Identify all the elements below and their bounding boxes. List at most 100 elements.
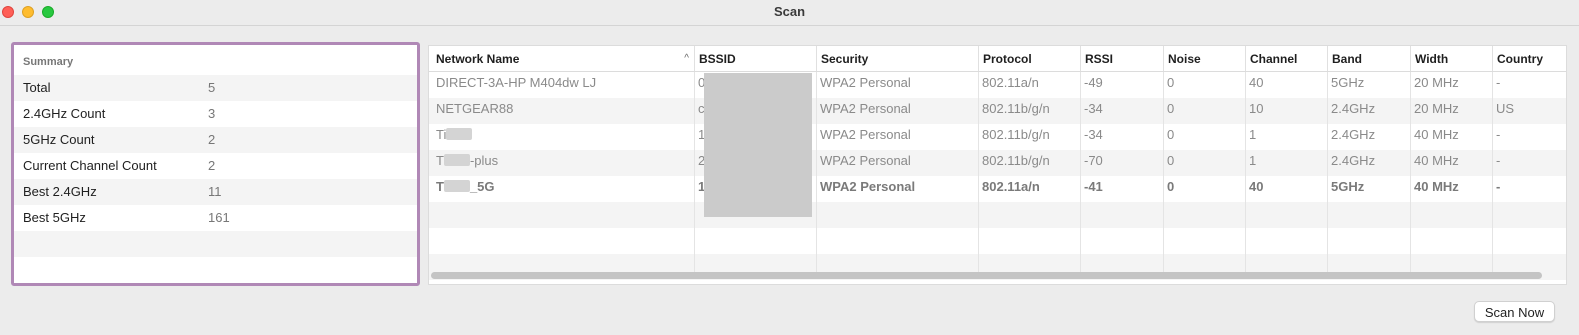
summary-label: 5GHz Count [23,132,95,147]
sort-ascending-icon: ^ [684,53,689,64]
cell-rssi: -70 [1084,153,1103,168]
column-header-label: RSSI [1085,52,1114,66]
cell-width: 20 MHz [1414,75,1459,90]
cell-channel: 1 [1249,127,1257,142]
cell-rssi: -34 [1084,101,1103,116]
summary-label: Best 5GHz [23,210,86,225]
cell-band: 2.4GHz [1331,153,1376,168]
cell-channel: 40 [1249,179,1264,194]
empty-row [429,202,1566,228]
redacted-text [443,154,470,166]
column-header-label: BSSID [699,52,736,66]
summary-row [14,231,417,257]
cell-noise: 0 [1167,101,1175,116]
summary-list: Total 5 2.4GHz Count 3 5GHz Count 2 Current Ch… [14,75,417,283]
cell-protocol: 802.11a/n [982,179,1040,194]
cell-channel: 40 [1249,75,1264,90]
cell-network-name: NETGEAR88 [436,101,514,116]
column-header-label: Channel [1250,52,1298,66]
cell-security: WPA2 Personal [820,179,916,194]
network-table[interactable]: Network Name ^ BSSID Security Protocol RSSI No… [428,45,1567,285]
column-header-noise[interactable]: Noise [1163,46,1245,71]
title-bar: Scan [0,0,1579,26]
cell-band: 5GHz [1331,75,1365,90]
table-body: DIRECT-3A-HP M404dw LJ 0 WPA2 Personal 802.… [429,72,1566,280]
cell-channel: 1 [1249,153,1257,168]
summary-header: Summary [23,56,74,68]
column-divider [1080,72,1081,272]
summary-label: Current Channel Count [23,158,157,173]
horizontal-scrollbar[interactable] [431,272,1542,279]
column-header-label: Country [1497,52,1543,66]
summary-row: 2.4GHz Count 3 [14,101,417,127]
cell-band: 5GHz [1331,179,1365,194]
column-divider [816,72,817,272]
cell-width: 40 MHz [1414,153,1459,168]
cell-rssi: -49 [1084,75,1103,90]
cell-security: WPA2 Personal [820,127,911,142]
column-divider [978,72,979,272]
summary-value: 2 [208,132,216,147]
network-row[interactable]: NETGEAR88 c WPA2 Personal 802.11b/g/n -34 0 10… [429,98,1566,124]
cell-rssi: -34 [1084,127,1103,142]
summary-row: Best 2.4GHz 11 [14,179,417,205]
cell-network-name: T _5G [436,179,495,194]
empty-row [429,228,1566,254]
summary-label: Total [23,80,51,95]
cell-network-name: T -plus [436,153,499,168]
network-row[interactable]: T _5G 1 WPA2 Personal 802.11a/n -41 0 40 5GHz 40 … [429,176,1566,202]
column-header-channel[interactable]: Channel [1245,46,1327,71]
column-header-label: Width [1415,52,1449,66]
cell-protocol: 802.11b/g/n [982,127,1050,142]
column-header-band[interactable]: Band [1327,46,1410,71]
summary-row: Total 5 [14,75,417,101]
cell-security: WPA2 Personal [820,75,911,90]
scan-now-button[interactable]: Scan Now [1474,301,1555,322]
column-header-security[interactable]: Security [816,46,978,71]
cell-protocol: 802.11a/n [982,75,1039,90]
cell-noise: 0 [1167,179,1175,194]
summary-value: 161 [208,210,230,225]
column-header-rssi[interactable]: RSSI [1080,46,1163,71]
column-header-protocol[interactable]: Protocol [978,46,1080,71]
column-header-label: Network Name [436,52,520,66]
table-header: Network Name ^ BSSID Security Protocol RSSI No… [429,46,1566,72]
summary-label: Best 2.4GHz [23,184,97,199]
summary-value: 5 [208,80,216,95]
cell-band: 2.4GHz [1331,101,1376,116]
cell-country: US [1496,101,1515,116]
cell-country: - [1496,75,1501,90]
column-divider [1492,72,1493,272]
column-header-network-name[interactable]: Network Name ^ [429,46,694,71]
cell-width: 40 MHz [1414,127,1459,142]
column-divider [1163,72,1164,272]
cell-security: WPA2 Personal [820,153,911,168]
cell-protocol: 802.11b/g/n [982,101,1050,116]
summary-row: 5GHz Count 2 [14,127,417,153]
column-header-label: Security [821,52,869,66]
summary-row: Best 5GHz 161 [14,205,417,231]
column-header-width[interactable]: Width [1410,46,1492,71]
cell-country: - [1496,179,1501,194]
cell-noise: 0 [1167,75,1175,90]
cell-security: WPA2 Personal [820,101,911,116]
cell-noise: 0 [1167,153,1175,168]
column-header-label: Protocol [983,52,1032,66]
column-header-label: Noise [1168,52,1201,66]
column-header-country[interactable]: Country [1492,46,1566,71]
summary-panel: Summary Total 5 2.4GHz Count 3 5GHz Count 2 Cu… [11,42,420,286]
network-row[interactable]: DIRECT-3A-HP M404dw LJ 0 WPA2 Personal 802.… [429,72,1566,98]
column-header-label: Band [1332,52,1362,66]
cell-network-name: DIRECT-3A-HP M404dw LJ [436,75,597,90]
network-row[interactable]: Ti 1 WPA2 Personal 802.11b/g/n -34 0 1 2.4GHz 40… [429,124,1566,150]
column-header-bssid[interactable]: BSSID [694,46,816,71]
cell-country: - [1496,153,1501,168]
column-divider [694,72,695,272]
summary-label: 2.4GHz Count [23,106,106,121]
cell-network-name: Ti [429,124,694,150]
bssid-redaction [704,73,812,217]
cell-rssi: -41 [1084,179,1103,194]
cell-protocol: 802.11b/g/n [982,153,1050,168]
network-row[interactable]: T -plus 2 WPA2 Personal 802.11b/g/n -70 0 1 2.4G… [429,150,1566,176]
summary-row: Current Channel Count 2 [14,153,417,179]
